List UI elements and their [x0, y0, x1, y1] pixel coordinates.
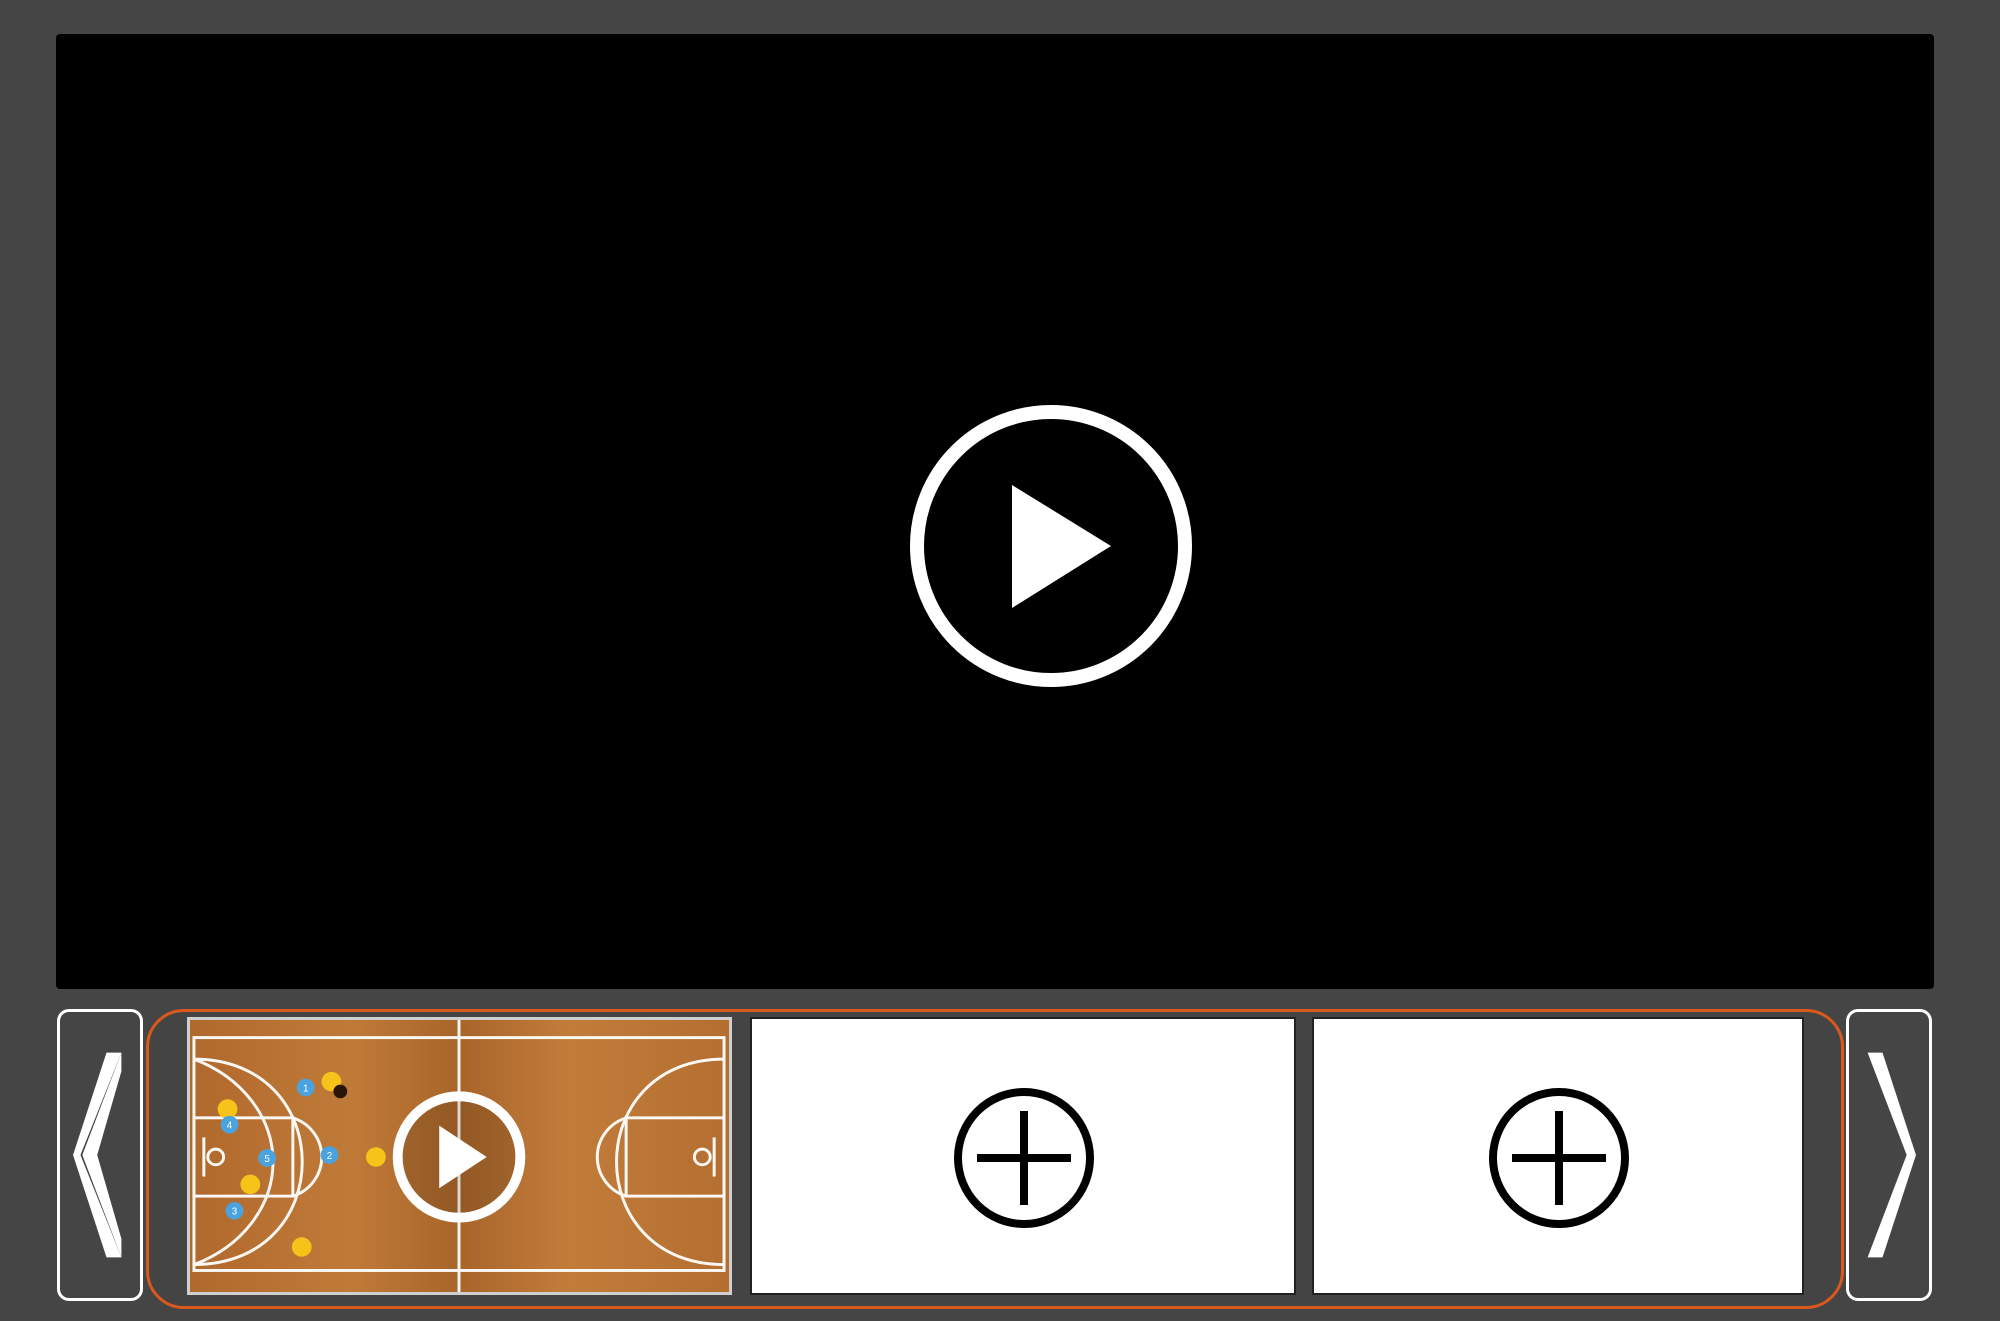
- empty-clip-slot[interactable]: [1312, 1017, 1804, 1295]
- empty-clip-slot[interactable]: [750, 1017, 1296, 1295]
- previous-button[interactable]: [57, 1009, 143, 1301]
- add-circle-icon[interactable]: [1486, 1085, 1632, 1231]
- video-player[interactable]: [56, 34, 1934, 989]
- clip-thumbnail[interactable]: 1 2 3 4 5: [187, 1017, 732, 1295]
- video-playlist-app: 1 2 3 4 5: [0, 0, 2000, 1321]
- player-number: 1: [303, 1083, 308, 1094]
- play-icon: [392, 1091, 526, 1223]
- next-button[interactable]: [1846, 1009, 1932, 1301]
- basketball-court-diagram: 1 2 3 4 5: [190, 1020, 729, 1292]
- player-number: 4: [227, 1121, 233, 1132]
- chevron-right-icon: [1867, 1052, 1916, 1258]
- player-number: 2: [327, 1151, 332, 1162]
- play-icon[interactable]: [908, 403, 1194, 689]
- player-number: 3: [232, 1207, 238, 1218]
- chevron-left-icon: [73, 1052, 122, 1258]
- add-circle-icon[interactable]: [951, 1085, 1097, 1231]
- player-number: 5: [264, 1154, 270, 1165]
